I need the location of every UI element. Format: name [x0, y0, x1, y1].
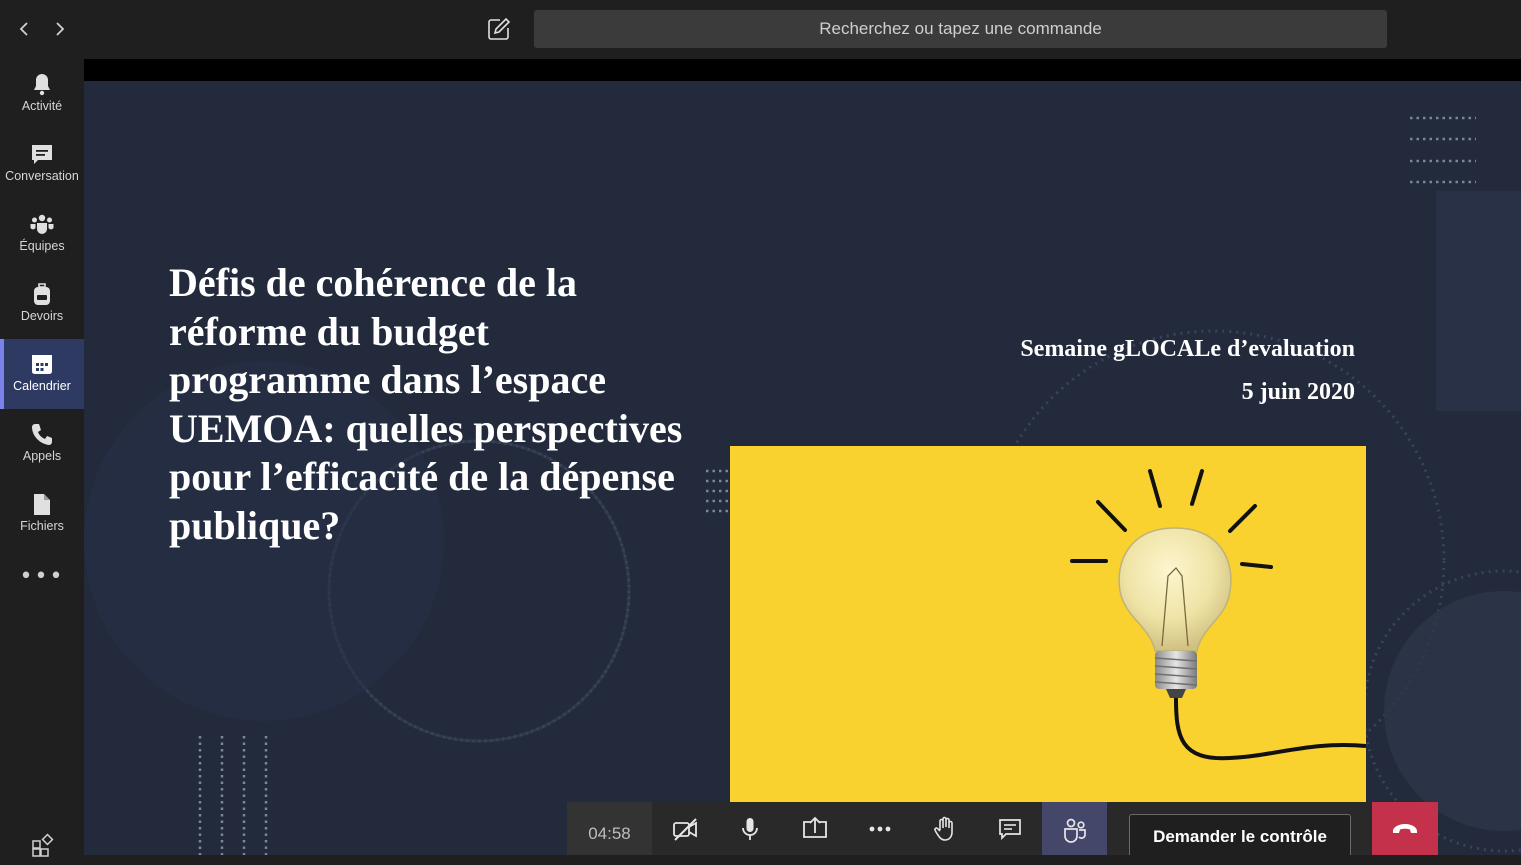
chevron-right-icon [56, 22, 65, 36]
share-screen-icon [802, 816, 827, 838]
forward-button[interactable] [49, 16, 71, 42]
sidebar-item-conversation[interactable]: Conversation [0, 129, 84, 199]
hang-up-button[interactable] [1372, 802, 1438, 855]
microphone-icon [741, 817, 758, 840]
chat-icon [998, 818, 1021, 840]
sidebar-item-label: Calendrier [13, 379, 71, 393]
phone-icon [32, 424, 52, 445]
sidebar-item-calls[interactable]: Appels [0, 409, 84, 479]
file-icon [34, 494, 50, 515]
participants-icon [1063, 818, 1086, 843]
bell-icon [34, 74, 50, 96]
more-options-icon [869, 826, 890, 831]
sidebar-item-label: Conversation [5, 169, 79, 183]
slide-subtitle: Semaine gLOCALe d’evaluation [1020, 336, 1355, 362]
shared-screen: Défis de cohérence de la réforme du budg… [84, 59, 1521, 855]
sidebar-item-files[interactable]: Fichiers [0, 479, 84, 549]
app-rail: Activité Conversation Équipes Devoirs Ca… [0, 59, 84, 858]
participants-button[interactable] [1042, 802, 1107, 855]
teams-icon [30, 214, 54, 234]
sidebar-item-activity[interactable]: Activité [0, 59, 84, 129]
chat-button[interactable] [977, 802, 1042, 855]
share-screen-button[interactable] [782, 802, 847, 855]
search-input[interactable]: Recherchez ou tapez une commande [534, 10, 1387, 48]
microphone-button[interactable] [717, 802, 782, 855]
chat-icon [32, 145, 52, 164]
back-button[interactable] [13, 16, 35, 42]
sidebar-item-label: Activité [21, 99, 63, 113]
presentation-slide: Défis de cohérence de la réforme du budg… [84, 81, 1521, 855]
chevron-left-icon [19, 22, 28, 36]
sidebar-item-assignments[interactable]: Devoirs [0, 269, 84, 339]
lightbulb-image [730, 446, 1366, 806]
raise-hand-icon [933, 816, 953, 841]
camera-toggle-button[interactable] [652, 802, 717, 855]
title-bar: Recherchez ou tapez une commande [0, 0, 1521, 59]
sidebar-item-label: Fichiers [20, 519, 64, 533]
apps-icon [32, 833, 54, 857]
request-control-button[interactable]: Demander le contrôle [1129, 814, 1351, 855]
compose-icon [488, 17, 511, 40]
sidebar-item-label: Devoirs [20, 309, 64, 323]
calendar-icon [32, 355, 52, 374]
sidebar-item-calendar[interactable]: Calendrier [0, 339, 84, 409]
sidebar-item-label: Équipes [19, 239, 65, 253]
slide-title: Défis de cohérence de la réforme du budg… [169, 260, 683, 548]
sidebar-item-label: Appels [22, 449, 62, 463]
more-apps-button[interactable]: ••• [0, 564, 84, 604]
camera-off-icon [672, 817, 697, 841]
apps-button[interactable] [30, 832, 56, 858]
lightbulb-icon [1070, 469, 1366, 761]
call-controls: 04:58 Demander le contrôle [567, 802, 1438, 855]
more-options-button[interactable] [847, 802, 912, 855]
compose-button[interactable] [486, 16, 512, 42]
sidebar-item-teams[interactable]: Équipes [0, 199, 84, 269]
call-timer: 04:58 [567, 802, 652, 855]
hang-up-icon [1393, 823, 1417, 833]
backpack-icon [34, 283, 50, 305]
raise-hand-button[interactable] [912, 802, 977, 855]
slide-date: 5 juin 2020 [1241, 379, 1355, 405]
